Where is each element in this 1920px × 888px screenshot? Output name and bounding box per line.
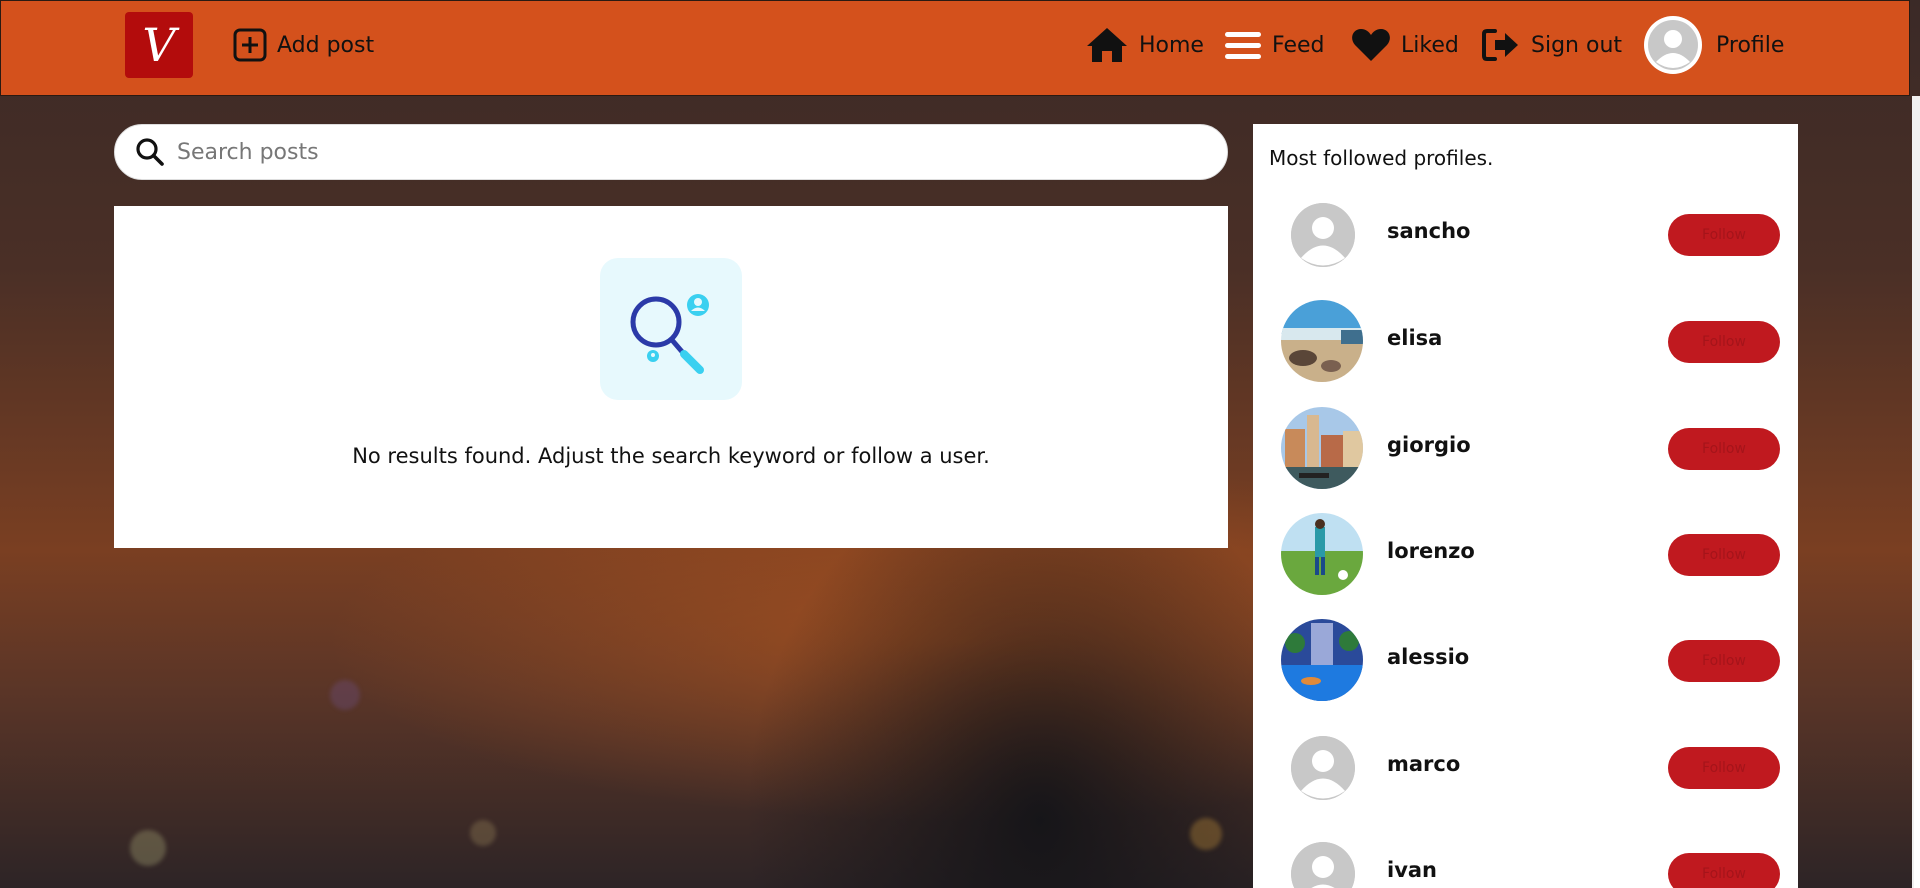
page-scrollbar-thumb[interactable] <box>1914 660 1920 888</box>
profile-row: lorenzo Follow <box>1253 513 1798 599</box>
profile-row: ivan Follow <box>1253 832 1798 888</box>
default-avatar-icon <box>1648 20 1698 70</box>
follow-button[interactable]: Follow <box>1668 747 1780 789</box>
sidebar-title: Most followed profiles. <box>1269 146 1494 170</box>
default-avatar-icon <box>1291 842 1355 888</box>
profile-name[interactable]: sancho <box>1387 219 1470 243</box>
magnifier-people-icon <box>630 294 709 374</box>
nav-liked-link[interactable]: Liked <box>1351 23 1459 67</box>
profile-name[interactable]: marco <box>1387 752 1460 776</box>
background-bokeh <box>330 680 360 710</box>
profile-row: marco Follow <box>1253 726 1798 812</box>
background-bokeh <box>470 820 496 846</box>
plus-square-icon <box>233 28 267 62</box>
venice-photo <box>1281 407 1363 489</box>
avatar[interactable] <box>1291 842 1355 888</box>
menu-bars-icon <box>1225 32 1261 59</box>
add-post-label: Add post <box>277 32 375 58</box>
most-followed-sidebar: Most followed profiles. sancho Follow el… <box>1253 124 1798 888</box>
background-bokeh <box>1190 818 1222 850</box>
profile-name[interactable]: ivan <box>1387 858 1437 882</box>
add-post-button[interactable]: Add post <box>233 23 374 67</box>
avatar[interactable] <box>1281 619 1363 701</box>
avatar[interactable] <box>1281 513 1363 595</box>
search-input[interactable] <box>175 138 1227 166</box>
nav-feed-label: Feed <box>1272 32 1325 58</box>
nav-profile-link[interactable]: Profile <box>1644 15 1784 75</box>
avatar[interactable] <box>1291 203 1355 267</box>
heart-icon <box>1352 29 1390 61</box>
follow-button[interactable]: Follow <box>1668 640 1780 682</box>
nav-home-label: Home <box>1139 32 1204 58</box>
no-results-illustration <box>600 258 742 400</box>
empty-results-message: No results found. Adjust the search keyw… <box>352 444 990 468</box>
follow-button[interactable]: Follow <box>1668 534 1780 576</box>
follow-button[interactable]: Follow <box>1668 853 1780 888</box>
follow-button[interactable]: Follow <box>1668 321 1780 363</box>
football-field-photo <box>1281 513 1363 595</box>
app-logo[interactable]: V <box>125 12 193 78</box>
profile-name[interactable]: alessio <box>1387 645 1469 669</box>
nav-feed-link[interactable]: Feed <box>1224 23 1325 67</box>
beach-photo <box>1281 300 1363 382</box>
profile-row: sancho Follow <box>1253 193 1798 279</box>
nav-liked-label: Liked <box>1401 32 1459 58</box>
sign-out-button[interactable]: Sign out <box>1481 23 1622 67</box>
background-bokeh <box>130 830 166 866</box>
follow-button[interactable]: Follow <box>1668 428 1780 470</box>
profile-name[interactable]: lorenzo <box>1387 539 1475 563</box>
default-avatar-icon <box>1291 203 1355 267</box>
profile-name[interactable]: elisa <box>1387 326 1442 350</box>
sign-out-icon <box>1482 29 1518 61</box>
avatar <box>1644 16 1702 74</box>
pool-photo <box>1281 619 1363 701</box>
avatar[interactable] <box>1281 407 1363 489</box>
nav-home-link[interactable]: Home <box>1085 23 1204 67</box>
profile-row: giorgio Follow <box>1253 407 1798 493</box>
search-icon <box>136 138 164 166</box>
avatar[interactable] <box>1281 300 1363 382</box>
profile-name[interactable]: giorgio <box>1387 433 1471 457</box>
logo-letter: V <box>142 18 176 72</box>
avatar[interactable] <box>1291 736 1355 800</box>
search-bar[interactable] <box>114 124 1228 180</box>
profile-row: elisa Follow <box>1253 300 1798 386</box>
default-avatar-icon <box>1291 736 1355 800</box>
top-navbar: V Add post Home Feed Liked Sign out Prof… <box>0 0 1910 96</box>
sign-out-label: Sign out <box>1531 32 1623 58</box>
nav-profile-label: Profile <box>1716 32 1785 58</box>
profile-row: alessio Follow <box>1253 619 1798 705</box>
results-panel: No results found. Adjust the search keyw… <box>114 206 1228 548</box>
home-icon <box>1087 28 1127 62</box>
follow-button[interactable]: Follow <box>1668 214 1780 256</box>
